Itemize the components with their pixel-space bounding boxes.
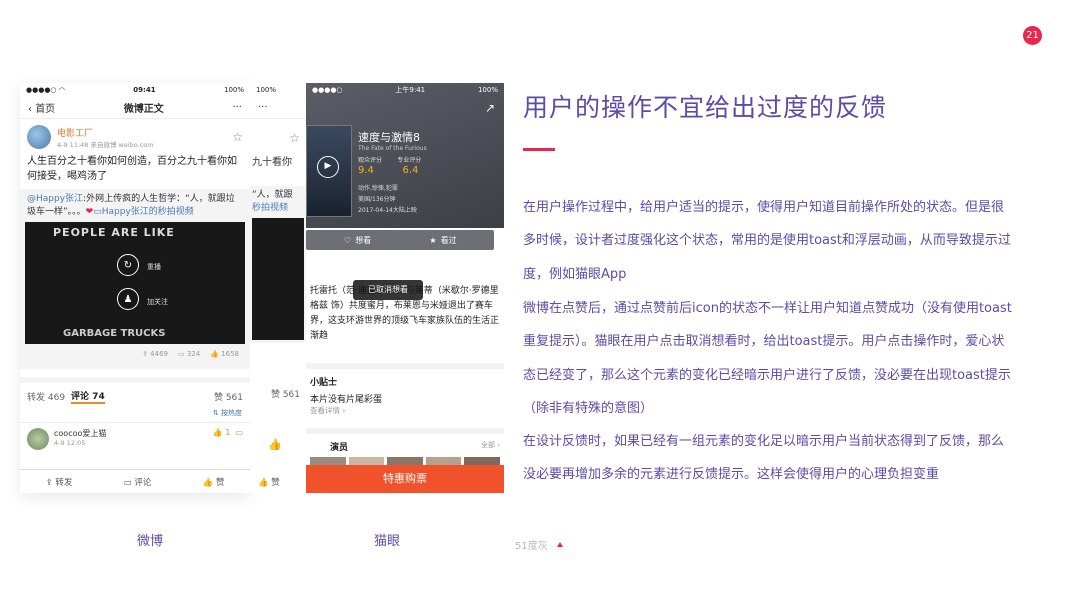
cast-heading: 演员 (330, 443, 349, 453)
tips-heading: 小贴士 (306, 363, 504, 388)
weibo-nav-bar: ‹ 首页 微博正文 ··· (20, 97, 250, 119)
video-fragment (252, 218, 304, 340)
star-icon: ★ (429, 235, 437, 245)
battery-label-copy: 100% (256, 86, 277, 94)
tab-repost[interactable]: 转发 469 (27, 390, 65, 403)
post-text-fragment: 九十看你 (252, 157, 292, 168)
commenter-name[interactable]: coocoo爱上猫 (54, 428, 208, 439)
page-title: 微博正文 (123, 104, 164, 115)
tip-item: 本片没有片尾彩蛋 (310, 395, 383, 405)
movie-region: 美国/136分钟 (358, 196, 396, 203)
movie-genre: 动作,惊悚,犯罪 (358, 185, 398, 192)
sort-by-hot[interactable]: ⇅ 按热度 (20, 404, 250, 423)
status-time: 上午9:41 (395, 86, 426, 94)
repost-video-link[interactable]: Happy张江的秒拍视频 (102, 207, 194, 217)
accent-divider (523, 148, 555, 151)
follow-label: 加关注 (147, 298, 168, 306)
post-text: 人生百分之十看你如何创造，百分之九十看你如何接受，喝鸡汤了 (27, 156, 237, 182)
weibo-bottom-bar: ⇪ 转发 ▭ 评论 👍 赞 (20, 469, 250, 493)
paragraph-2: 微博在点赞后，通过点赞前后icon的状态不一样让用户知道点赞成功（没有使用toa… (523, 301, 1012, 417)
weibo-post-card: 电影工厂 4-9 11:48 来自微博 weibo.com ☆ 人生百分之十看你… (20, 119, 250, 369)
cast-header: 演员 全部 › (306, 428, 504, 453)
movie-poster[interactable]: ▶ (306, 125, 352, 217)
interaction-tabs: 转发 469 评论 74 赞 561 (20, 377, 250, 404)
score-labels: 观众评分 专业评分 (358, 157, 422, 164)
caption-weibo: 微博 (137, 534, 164, 549)
status-bar-copy: 100% (250, 83, 306, 97)
repost-fragment-text: “人，就跟 (252, 190, 293, 200)
replay-label: 重播 (147, 263, 161, 271)
video-link-icon: ▭ (93, 207, 102, 217)
replay-icon[interactable]: ↻ (117, 254, 139, 276)
like-tab-fragment: 赞 561 (270, 390, 300, 400)
tab-like[interactable]: 赞 561 (214, 390, 243, 403)
more-button[interactable]: ··· (232, 102, 242, 113)
comment-item: coocoo爱上猫 4-9 12:05 👍 1 ▭ (20, 423, 250, 455)
comment-like-button[interactable]: 👍 1 (213, 428, 231, 450)
bottom-like-button[interactable]: 👍 赞 (203, 476, 225, 488)
nav-copy: ··· (250, 97, 306, 119)
seen-button[interactable]: ★ 看过 (392, 230, 494, 250)
brand-triangle-icon (557, 542, 563, 547)
share-icon[interactable]: ↗ (485, 101, 495, 115)
comment-count[interactable]: ▭ 324 (178, 348, 200, 361)
repost-user[interactable]: @Happy张江 (27, 194, 83, 204)
post-author-row: 电影工厂 4-9 11:48 来自微博 weibo.com ☆ (27, 125, 243, 149)
weibo-screenshot: ●●●●○ ◠ 09:41 100% ‹ 首页 微博正文 ··· 电影工厂 4-… (20, 83, 250, 493)
comment-like-icon-outline[interactable]: 👍 (268, 438, 282, 451)
post-stats: ⇪ 4469 ▭ 324 👍 1658 (27, 344, 243, 365)
video-player[interactable]: PEOPLE ARE LIKE ↻ 重播 ♟ 加关注 GARBAGE TRUCK… (25, 222, 245, 344)
slide-heading: 用户的操作不宜给出过度的反馈 (523, 93, 888, 122)
avatar[interactable] (27, 125, 51, 149)
movie-release: 2017-04-14大陆上映 (358, 207, 417, 214)
maoyan-status-bar: ●●●●○ 上午9:41 100% (306, 83, 504, 97)
video-caption-bottom: GARBAGE TRUCKS (63, 328, 166, 339)
author-name[interactable]: 电影工厂 (57, 126, 226, 139)
buy-ticket-button[interactable]: 特惠购票 (306, 465, 504, 493)
footer-brand: 51度灰 (515, 541, 548, 552)
play-icon[interactable]: ▶ (317, 156, 339, 178)
star-icon-copy[interactable]: ☆ (250, 119, 306, 145)
caption-maoyan: 猫眼 (374, 534, 401, 549)
video-caption-top: PEOPLE ARE LIKE (53, 226, 175, 239)
bottom-repost-button[interactable]: ⇪ 转发 (46, 476, 73, 488)
commenter-avatar[interactable] (27, 428, 49, 450)
toast-message: 已取消想看 (353, 280, 423, 300)
comment-reply-icon[interactable]: ▭ (235, 428, 243, 450)
movie-header: ●●●●○ 上午9:41 100% ↗ ▶ 速度与激情8 The Fate of… (306, 83, 504, 228)
paragraph-3: 在设计反馈时，如果已经有一组元素的变化足以暗示用户当前状态得到了反馈，那么没必要… (523, 434, 1005, 483)
follow-icon[interactable]: ♟ (117, 288, 139, 310)
repost-fragment: “人，就跟 秒拍视频 (250, 186, 306, 343)
bottom-like-fragment[interactable]: 👍 赞 (258, 476, 280, 488)
tab-comment[interactable]: 评论 74 (71, 389, 105, 404)
bottom-comment-button[interactable]: ▭ 评论 (124, 476, 152, 488)
status-time: 09:41 (133, 86, 156, 94)
signal-icon: ●●●●○ (312, 86, 343, 94)
paragraph-1: 在用户操作过程中，给用户适当的提示，使得用户知道目前操作所处的状态。但是很多时候… (523, 200, 1011, 282)
repost-block[interactable]: @Happy张江:外网上传疯的人生哲学：“人，就跟垃圾车一样”。。。❤▭Happ… (20, 189, 250, 369)
cast-all-link[interactable]: 全部 › (481, 440, 500, 453)
star-icon[interactable]: ☆ (232, 130, 243, 144)
share-count[interactable]: ⇪ 4469 (142, 348, 168, 361)
post-meta: 4-9 11:48 来自微博 weibo.com (57, 140, 154, 149)
scores: 9.4 6.4 (358, 165, 419, 176)
repost-fragment-link: 秒拍视频 (252, 203, 289, 213)
page-number-badge: 21 (1023, 26, 1042, 45)
status-bar: ●●●●○ ◠ 09:41 100% (20, 83, 250, 97)
maoyan-screenshot: ●●●●○ 上午9:41 100% ↗ ▶ 速度与激情8 The Fate of… (306, 83, 504, 493)
weibo-state-comparison: 100% ··· ☆ 九十看你 “人，就跟 秒拍视频 赞 561 👍 👍 赞 (250, 83, 306, 493)
like-count[interactable]: 👍 1658 (210, 348, 239, 361)
movie-subtitle: The Fate of the Furious (358, 145, 427, 152)
more-button-copy[interactable]: ··· (258, 102, 268, 113)
comment-time: 4-9 12:05 (54, 439, 86, 447)
chevron-left-icon: ‹ (28, 104, 32, 115)
heart-outline-icon: ♡ (343, 235, 352, 245)
movie-title: 速度与激情8 (358, 131, 420, 144)
tip-detail-link[interactable]: 查看详情 › (306, 405, 504, 416)
battery-label: 100% (477, 86, 498, 94)
back-button[interactable]: ‹ 首页 (28, 100, 55, 115)
signal-icon: ●●●●○ ◠ (26, 86, 65, 94)
battery-label: 100% (223, 86, 244, 94)
